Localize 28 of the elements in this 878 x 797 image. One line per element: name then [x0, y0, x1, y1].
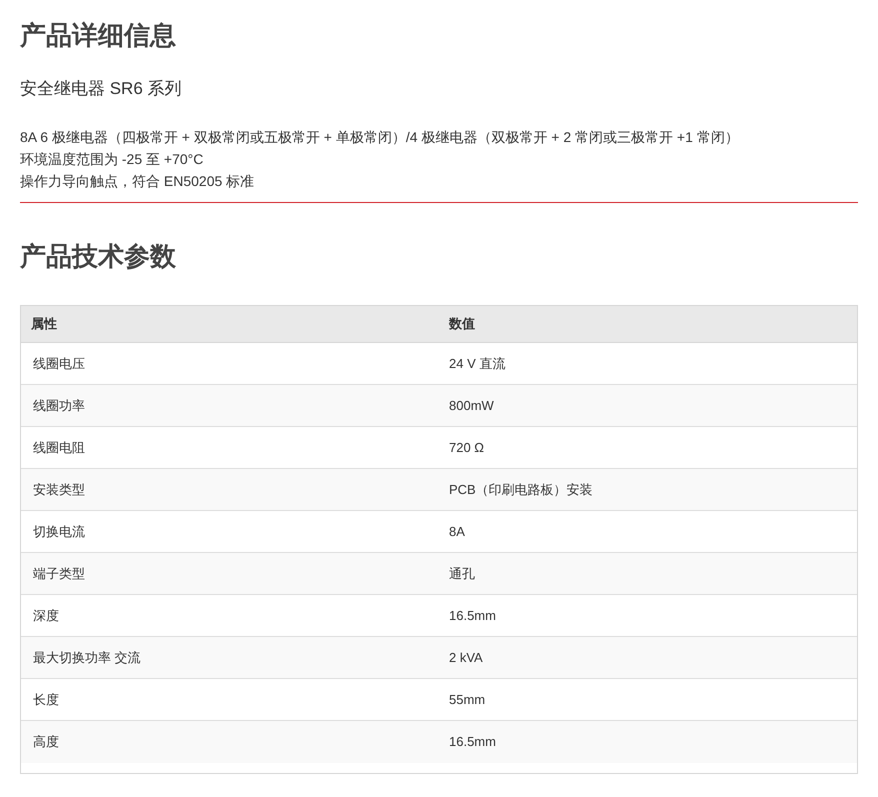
table-cell: 800mW	[449, 398, 494, 412]
table-cell: 线圈电阻	[33, 440, 85, 454]
table-cell: 线圈电压	[33, 356, 85, 370]
product-subtitle: 安全继电器 SR6 系列	[20, 78, 182, 100]
table-cell: PCB（印刷电路板）安装	[449, 482, 593, 496]
table-cell: 720 Ω	[449, 440, 484, 454]
table-cell: 切换电流	[33, 524, 85, 538]
table-cell: 2 kVA	[449, 650, 483, 664]
description-line: 操作力导向触点，符合 EN50205 标准	[20, 172, 254, 191]
table-cell: 深度	[33, 608, 59, 622]
table-cell: 长度	[33, 692, 59, 706]
table-cell: 16.5mm	[449, 734, 496, 749]
table-cell: 16.5mm	[449, 608, 496, 622]
table-cell: 安装类型	[33, 482, 85, 496]
section-heading: 产品技术参数	[20, 240, 176, 273]
table-cell: 最大切换功率 交流	[33, 650, 141, 664]
table-cell: 线圈功率	[33, 398, 85, 412]
section-heading: 产品详细信息	[20, 19, 176, 52]
column-header: 属性	[31, 316, 57, 331]
table-cell: 高度	[33, 734, 59, 749]
table-cell: 8A	[449, 524, 465, 538]
table-cell: 55mm	[449, 692, 486, 706]
table-cell: 端子类型	[33, 566, 85, 580]
description-line: 8A 6 极继电器（四极常开 + 双极常闭或五极常开 + 单极常闭）/4 极继电器（双极常开 + 2 常闭或三极常开 +1 常闭）	[20, 128, 739, 147]
description-line: 环境温度范围为 -25 至 +70°C	[20, 150, 204, 169]
table-cell: 通孔	[449, 566, 475, 580]
column-header: 数值	[449, 316, 475, 331]
table-cell: 24 V 直流	[449, 356, 506, 370]
